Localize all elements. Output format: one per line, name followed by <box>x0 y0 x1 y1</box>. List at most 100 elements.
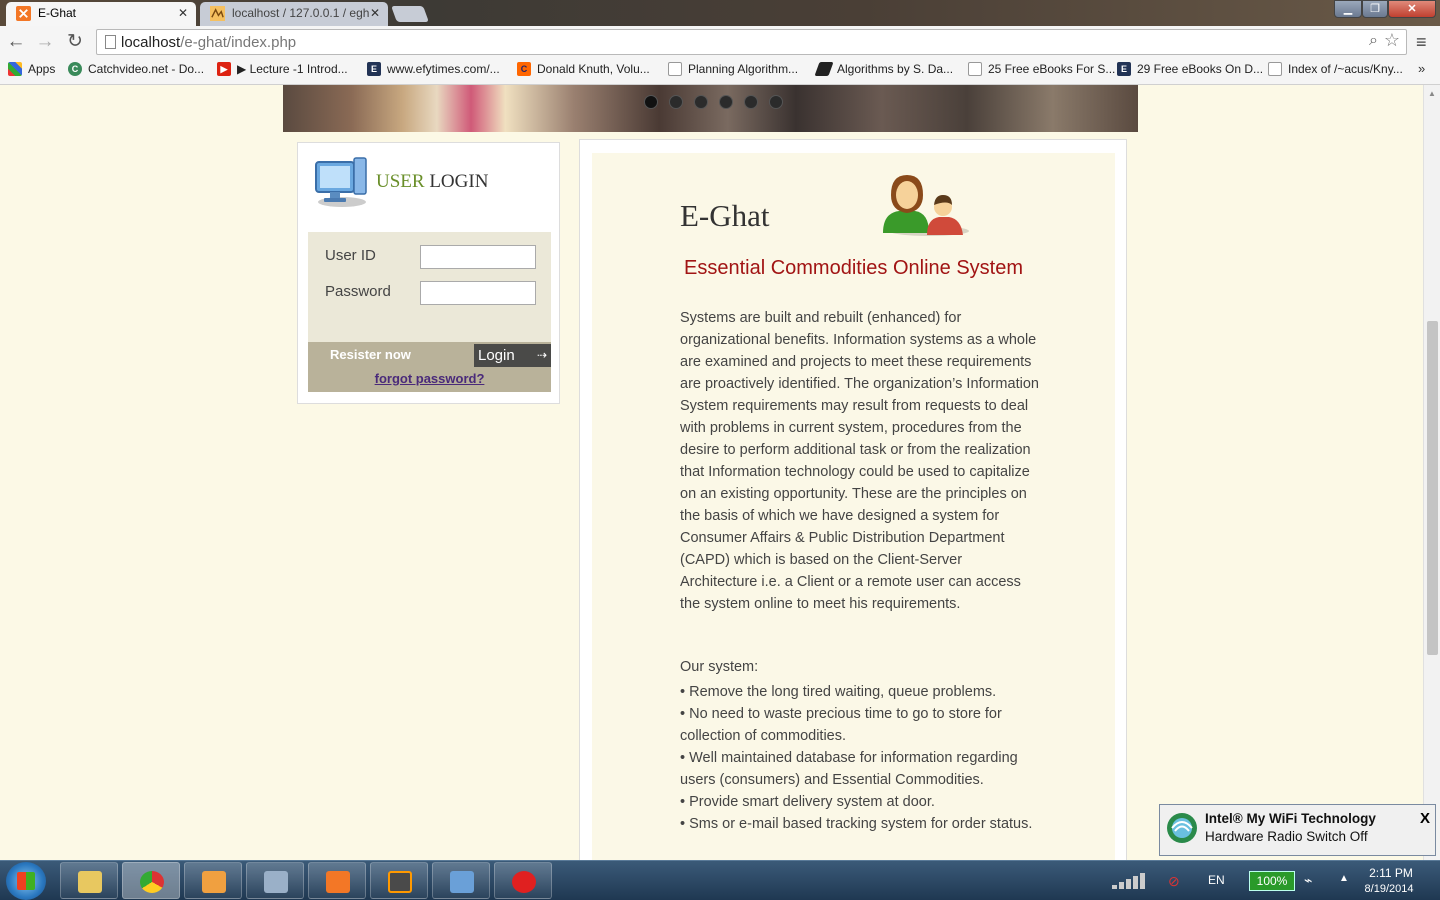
register-link[interactable]: Resister now <box>330 347 411 362</box>
bookmark-index[interactable]: Index of /~acus/Kny... <box>1268 62 1403 76</box>
notification-close-button[interactable]: X <box>1420 810 1430 827</box>
start-button[interactable] <box>6 862 46 900</box>
network-disabled-icon[interactable]: ⊘ <box>1168 873 1180 890</box>
control-panel-icon[interactable] <box>432 862 490 899</box>
page-icon <box>105 35 116 49</box>
page-icon <box>668 62 682 76</box>
features-title: Our system: <box>680 659 759 675</box>
userid-input[interactable] <box>420 245 536 269</box>
content-panel: E-Ghat Essential Commodities Online Syst… <box>579 139 1127 860</box>
bookmarks-bar: Apps C Catchvideo.net - Do... ▶ ▶ Lectur… <box>0 58 1440 85</box>
bookmark-algorithms[interactable]: Algorithms by S. Da... <box>814 62 953 76</box>
content-inner: E-Ghat Essential Commodities Online Syst… <box>592 153 1115 860</box>
vertical-scrollbar[interactable]: ▲ <box>1423 85 1440 860</box>
maximize-button[interactable]: ❐ <box>1362 0 1388 18</box>
zoom-icon[interactable]: ⌕ <box>1369 32 1378 50</box>
bookmark-efytimes[interactable]: E www.efytimes.com/... <box>367 62 500 76</box>
tab-title: E-Ghat <box>38 6 77 20</box>
users-avatar-icon <box>883 175 969 236</box>
login-actions: Resister now Login ⇢ forgot password? <box>308 342 551 392</box>
bookmark-29-ebooks[interactable]: E 29 Free eBooks On D... <box>1117 62 1263 76</box>
notification-body: Hardware Radio Switch Off <box>1205 829 1368 844</box>
site-title: E-Ghat <box>680 198 770 233</box>
computer-icon[interactable] <box>246 862 304 899</box>
password-label: Password <box>325 283 391 300</box>
file-explorer-icon[interactable] <box>60 862 118 899</box>
address-bar[interactable]: localhost/e-ghat/index.php ⌕ ☆ <box>96 29 1407 55</box>
carousel-dot[interactable] <box>769 95 783 109</box>
login-heading: USER LOGIN <box>376 171 489 192</box>
new-tab-button[interactable] <box>391 6 429 22</box>
list-item: Provide smart delivery system at door. <box>680 791 1040 813</box>
pen-icon <box>814 62 834 76</box>
login-button[interactable]: Login ⇢ <box>474 344 551 367</box>
image-carousel <box>283 85 1138 132</box>
carousel-dot[interactable] <box>694 95 708 109</box>
tab-phpmyadmin[interactable]: localhost / 127.0.0.1 / egh ✕ <box>200 2 388 26</box>
bookmarks-overflow-button[interactable]: » <box>1418 61 1425 76</box>
description-text: Systems are built and rebuilt (enhanced)… <box>680 310 1039 612</box>
share-app-icon[interactable] <box>494 862 552 899</box>
carousel-dot[interactable] <box>669 95 683 109</box>
tab-strip: E-Ghat ✕ localhost / 127.0.0.1 / egh ✕ ▁… <box>0 0 1440 26</box>
xampp-icon[interactable] <box>308 862 366 899</box>
login-form: User ID Password <box>308 232 551 342</box>
wifi-globe-icon <box>1167 813 1197 843</box>
bookmark-star-icon[interactable]: ☆ <box>1384 30 1400 51</box>
bookmark-catchvideo[interactable]: C Catchvideo.net - Do... <box>68 62 204 76</box>
list-item: Sms or e-mail based tracking system for … <box>680 813 1040 835</box>
xampp-favicon-icon <box>16 6 31 21</box>
carousel-dot[interactable] <box>744 95 758 109</box>
arrow-right-icon: ⇢ <box>536 348 547 362</box>
power-plug-icon[interactable]: ⌁ <box>1304 872 1312 889</box>
clock-date[interactable]: 8/19/2014 <box>1358 883 1420 895</box>
carousel-dot[interactable] <box>644 95 658 109</box>
tab-close-icon[interactable]: ✕ <box>370 2 380 24</box>
reload-icon[interactable]: ↻ <box>64 31 86 53</box>
clock-time[interactable]: 2:11 PM <box>1362 866 1420 880</box>
password-input[interactable] <box>420 281 536 305</box>
efy-icon: E <box>367 62 381 76</box>
chrome-icon[interactable] <box>122 862 180 899</box>
scrollbar-thumb[interactable] <box>1427 321 1438 655</box>
tab-close-icon[interactable]: ✕ <box>178 2 188 24</box>
carousel-dot[interactable] <box>719 95 733 109</box>
apps-grid-icon <box>8 62 22 76</box>
userid-label: User ID <box>325 247 376 264</box>
sublime-text-icon[interactable] <box>370 862 428 899</box>
list-item: No need to waste precious time to go to … <box>680 703 1040 747</box>
url-text: localhost/e-ghat/index.php <box>121 34 297 51</box>
notification-title: Intel® My WiFi Technology <box>1205 811 1376 826</box>
hamburger-menu-icon[interactable]: ≡ <box>1416 32 1427 53</box>
windows-logo-icon <box>17 872 35 890</box>
login-panel: USER LOGIN User ID Password Resister now… <box>297 142 560 404</box>
carousel-dots <box>644 95 783 109</box>
bookmark-25-ebooks[interactable]: 25 Free eBooks For S... <box>968 62 1115 76</box>
bookmark-knuth[interactable]: C Donald Knuth, Volu... <box>517 62 650 76</box>
battery-indicator[interactable]: 100% <box>1249 871 1295 891</box>
language-indicator[interactable]: EN <box>1208 873 1225 887</box>
catchvideo-icon: C <box>68 62 82 76</box>
browser-toolbar: ← → ↻ localhost/e-ghat/index.php ⌕ ☆ ≡ <box>0 26 1440 58</box>
tab-e-ghat[interactable]: E-Ghat ✕ <box>6 2 196 26</box>
forward-arrow-icon[interactable]: → <box>34 31 56 53</box>
page-icon <box>1268 62 1282 76</box>
page-viewport: USER LOGIN User ID Password Resister now… <box>0 85 1423 860</box>
media-player-icon[interactable] <box>184 862 242 899</box>
signal-bars-icon[interactable] <box>1110 871 1154 891</box>
bookmark-apps[interactable]: Apps <box>8 62 55 76</box>
features-list: Remove the long tired waiting, queue pro… <box>680 681 1040 835</box>
bookmark-lecture[interactable]: ▶ ▶ Lecture -1 Introd... <box>217 62 348 76</box>
c-logo-icon: C <box>517 62 531 76</box>
show-hidden-icons-icon[interactable]: ▲ <box>1339 873 1349 884</box>
bookmark-planning[interactable]: Planning Algorithm... <box>668 62 798 76</box>
scroll-up-icon[interactable]: ▲ <box>1428 89 1436 98</box>
back-arrow-icon[interactable]: ← <box>5 31 27 53</box>
forgot-password-link[interactable]: forgot password? <box>308 371 551 386</box>
minimize-button[interactable]: ▁ <box>1334 0 1362 18</box>
window-close-button[interactable]: ✕ <box>1388 0 1436 18</box>
taskbar: ⊘ EN 100% ⌁ ▲ 2:11 PM 8/19/2014 <box>0 860 1440 900</box>
list-item: Remove the long tired waiting, queue pro… <box>680 681 1040 703</box>
wifi-notification[interactable]: Intel® My WiFi Technology Hardware Radio… <box>1159 804 1436 856</box>
efy-icon: E <box>1117 62 1131 76</box>
